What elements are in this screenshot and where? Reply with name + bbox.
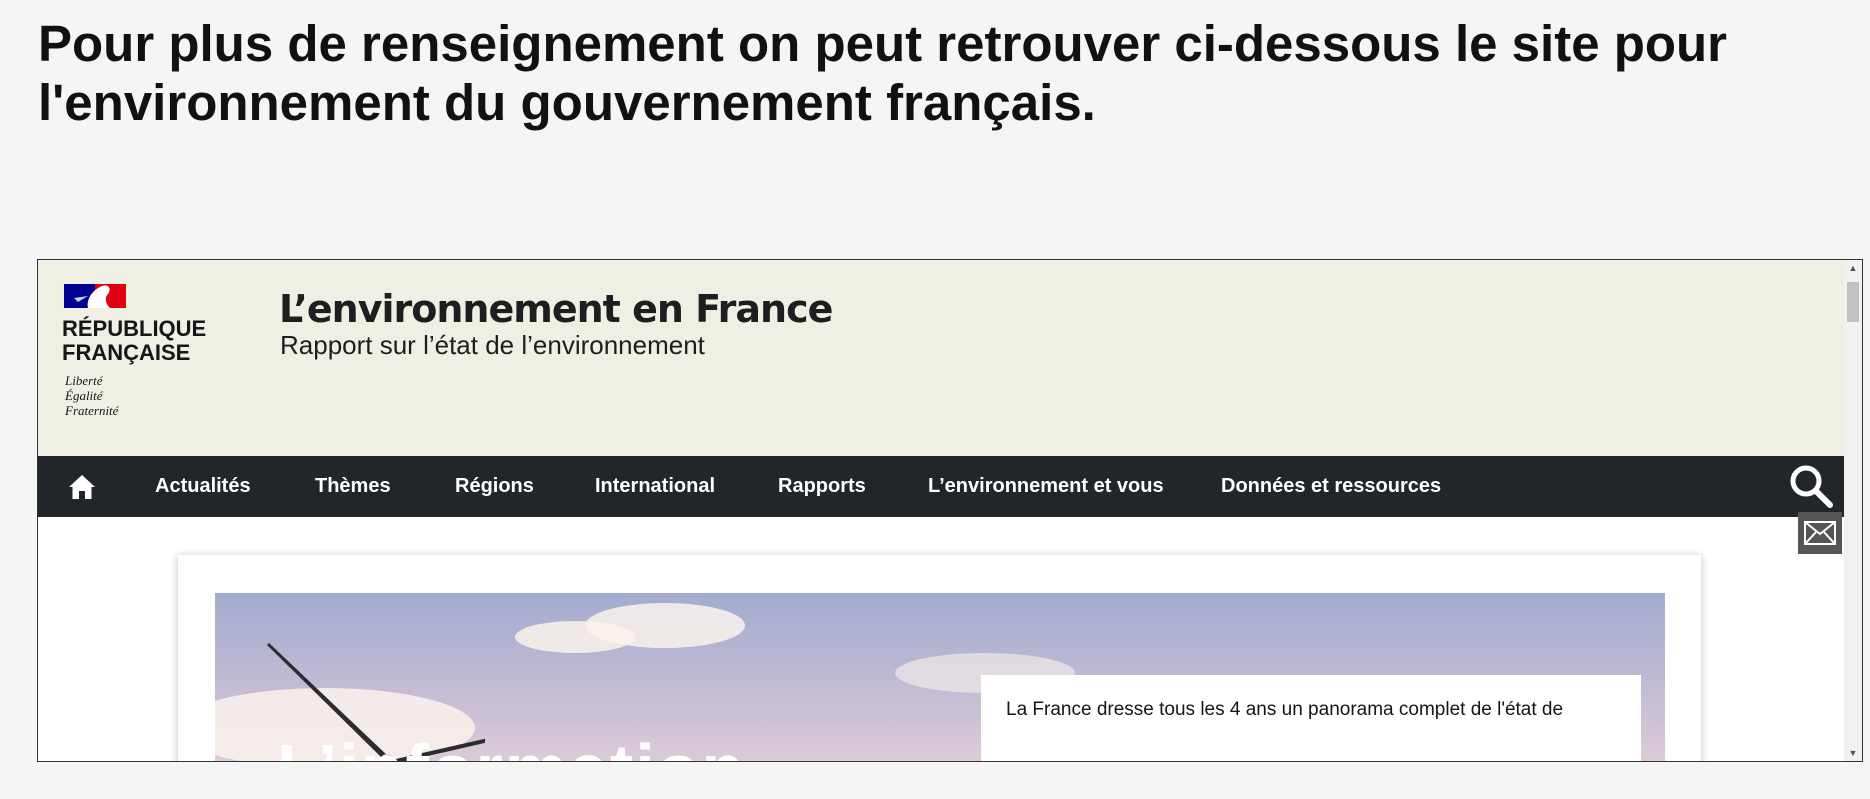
scroll-down-arrow[interactable]: ▼ — [1844, 745, 1862, 761]
intro-heading: Pour plus de renseignement on peut retro… — [38, 15, 1728, 131]
main-navigation: Actualités Thèmes Régions International … — [38, 456, 1844, 517]
nav-item-donnees-ressources[interactable]: Données et ressources — [1221, 456, 1441, 517]
cloud-shape — [515, 621, 635, 653]
republique-francaise-label: RÉPUBLIQUE FRANÇAISE — [62, 316, 207, 365]
republic-motto: Liberté Égalité Fraternité — [65, 373, 119, 418]
embedded-website-frame: RÉPUBLIQUE FRANÇAISE Liberté Égalité Fra… — [37, 259, 1863, 762]
scroll-up-arrow[interactable]: ▲ — [1844, 260, 1862, 276]
site-title[interactable]: L’environnement en France — [279, 287, 833, 331]
nav-item-regions[interactable]: Régions — [455, 456, 534, 517]
scrollbar[interactable]: ▲ ▼ — [1844, 260, 1862, 761]
hero-info-text: La France dresse tous les 4 ans un panor… — [1006, 699, 1564, 720]
nav-item-environnement-et-vous[interactable]: L’environnement et vous — [928, 456, 1164, 517]
nav-item-international[interactable]: International — [595, 456, 715, 517]
newsletter-button[interactable] — [1798, 512, 1842, 554]
scrollbar-thumb[interactable] — [1847, 282, 1859, 322]
nav-item-themes[interactable]: Thèmes — [315, 456, 391, 517]
mail-icon — [1804, 521, 1836, 545]
nav-item-actualites[interactable]: Actualités — [155, 456, 251, 517]
search-icon[interactable] — [1788, 463, 1834, 509]
nav-item-rapports[interactable]: Rapports — [778, 456, 866, 517]
site-subtitle: Rapport sur l’état de l’environnement — [280, 330, 705, 360]
hero-heading: L’information — [277, 729, 746, 761]
marianne-flag-logo — [64, 284, 126, 308]
home-icon[interactable] — [68, 474, 96, 500]
hero-info-box: La France dresse tous les 4 ans un panor… — [981, 675, 1641, 761]
site-header: RÉPUBLIQUE FRANÇAISE Liberté Égalité Fra… — [38, 260, 1844, 456]
